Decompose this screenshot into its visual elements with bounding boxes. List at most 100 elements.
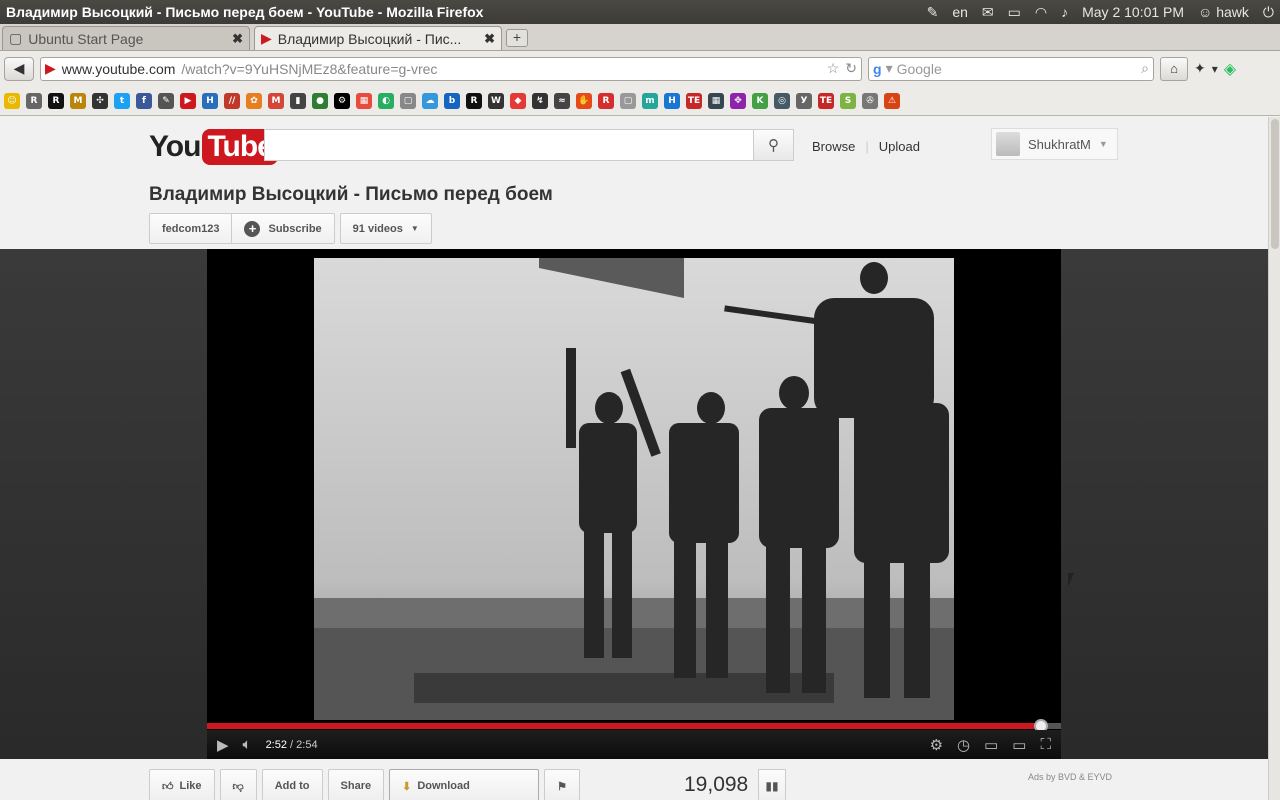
bookmark-icon[interactable]: ◎	[774, 92, 790, 109]
bookmark-icon[interactable]: ✎	[158, 92, 174, 109]
video-frame[interactable]	[314, 258, 954, 720]
download-button[interactable]: ⬇ Download	[389, 769, 540, 800]
user-menu[interactable]: ☺ hawk	[1198, 4, 1249, 20]
keyboard-icon[interactable]: ✎	[927, 4, 939, 21]
bookmark-icon[interactable]: ☁	[422, 92, 438, 109]
user-account-button[interactable]: ShukhratM ▼	[991, 128, 1118, 160]
tab-ubuntu-start-page[interactable]: ▢ Ubuntu Start Page ✖	[2, 26, 250, 50]
bookmark-icon[interactable]: ✇	[862, 92, 878, 109]
bookmark-icon[interactable]: ✿	[246, 92, 262, 109]
bookmark-icon[interactable]: ▦	[356, 92, 372, 109]
stats-button[interactable]: ▮▮	[758, 769, 786, 800]
watch-later-clock-icon[interactable]: ◷	[957, 736, 970, 754]
page-scrollbar[interactable]	[1268, 117, 1280, 800]
bookmark-icon[interactable]: ✥	[730, 92, 746, 109]
bookmark-icon[interactable]: ☺	[4, 92, 20, 109]
home-button[interactable]: ⌂	[1160, 56, 1188, 81]
volume-icon[interactable]: 🔈︎	[243, 736, 252, 753]
volume-icon[interactable]: ♪	[1061, 4, 1068, 20]
video-player[interactable]: ▶ 🔈︎ 2:52 / 2:54 ⚙ ◷ ▭ ▭ ⛶	[207, 249, 1061, 759]
bookmark-icon[interactable]: ◐	[378, 92, 394, 109]
bookmarks-toolbar: ☺ R R M ✣ t f ✎ ▶ H//✿ M ▮ ● ⚙ ▦ ◐ ▢ ☁ b R W ◆ ↯ ≈ ✋ R ▢ m H TE ▦ ✥ K ◎ У T…	[0, 86, 1280, 116]
bookmark-icon[interactable]: S	[840, 92, 856, 109]
youtube-favicon-icon: ▶	[45, 60, 56, 76]
bookmark-icon[interactable]: R	[466, 92, 482, 109]
scrollbar-thumb[interactable]	[1271, 119, 1279, 249]
bookmark-icon[interactable]: ▢	[400, 92, 416, 109]
bookmark-icon[interactable]: m	[642, 92, 658, 109]
share-button[interactable]: Share	[327, 769, 385, 800]
bookmark-icon[interactable]: //	[224, 92, 240, 109]
clock[interactable]: May 2 10:01 PM	[1082, 4, 1184, 20]
add-to-button[interactable]: Add to	[261, 769, 323, 800]
bookmark-star-icon[interactable]: ☆	[827, 60, 840, 77]
menu-dropdown-icon[interactable]: ▾	[1212, 62, 1218, 76]
browse-link[interactable]: Browse	[812, 139, 855, 154]
battery-icon[interactable]: ▭	[1008, 4, 1021, 21]
play-icon[interactable]: ▶	[217, 736, 229, 754]
addon-icon[interactable]: ✦	[1194, 60, 1206, 77]
tab-youtube[interactable]: ▶ Владимир Высоцкий - Пис... ✖	[254, 26, 502, 50]
bookmark-icon[interactable]: H	[664, 92, 680, 109]
dislike-button[interactable]: 👎︎	[219, 769, 257, 800]
bookmark-icon[interactable]: ⚙	[334, 92, 350, 109]
bookmark-icon[interactable]: t	[114, 92, 130, 109]
channel-link[interactable]: fedcom123	[149, 213, 233, 244]
bookmark-icon[interactable]: M	[268, 92, 284, 109]
bookmark-icon[interactable]: M	[70, 92, 86, 109]
fullscreen-icon[interactable]: ⛶	[1040, 736, 1051, 753]
youtube-logo[interactable]: You Tube	[149, 129, 278, 165]
bookmark-icon[interactable]: У	[796, 92, 812, 109]
small-player-icon[interactable]: ▭	[984, 736, 998, 754]
search-icon[interactable]: ⌕	[1141, 60, 1149, 77]
close-tab-icon[interactable]: ✖	[232, 31, 243, 47]
wifi-icon[interactable]: ◠	[1035, 4, 1047, 21]
upload-link[interactable]: Upload	[879, 139, 920, 154]
bookmark-icon[interactable]: ▢	[620, 92, 636, 109]
bookmark-icon[interactable]: ↯	[532, 92, 548, 109]
session-icon[interactable]: ⏻	[1263, 4, 1274, 21]
new-tab-button[interactable]: +	[506, 29, 528, 47]
google-icon[interactable]: g	[873, 61, 882, 77]
bookmark-icon[interactable]: ✣	[92, 92, 108, 109]
bookmark-icon[interactable]: TE	[686, 92, 702, 109]
language-indicator[interactable]: en	[952, 4, 968, 20]
bookmark-icon[interactable]: ≈	[554, 92, 570, 109]
settings-gear-icon[interactable]: ⚙	[930, 736, 943, 754]
youtube-search-button[interactable]: ⚲	[753, 129, 794, 161]
window-title: Владимир Высоцкий - Письмо перед боем - …	[6, 4, 484, 20]
bookmark-icon[interactable]: ●	[312, 92, 328, 109]
bookmark-icon[interactable]: ▦	[708, 92, 724, 109]
like-button[interactable]: 👍︎ Like	[149, 769, 215, 800]
bookmark-icon[interactable]: R	[48, 92, 64, 109]
video-progress-bar[interactable]	[207, 719, 1061, 733]
bookmark-icon[interactable]: ✋	[576, 92, 592, 109]
flag-button[interactable]: ⚑	[544, 769, 580, 800]
bookmark-icon[interactable]: ▮	[290, 92, 306, 109]
url-bar[interactable]: ▶ www.youtube.com/watch?v=9YuHSNjMEz8&fe…	[40, 56, 862, 81]
bookmark-icon[interactable]: ⚠	[884, 92, 900, 109]
back-button[interactable]: ◀	[4, 56, 34, 81]
subscribe-button[interactable]: + Subscribe	[232, 213, 335, 244]
bookmark-icon[interactable]: R	[598, 92, 614, 109]
close-tab-icon[interactable]: ✖	[484, 31, 495, 47]
tab-label: Ubuntu Start Page	[28, 30, 144, 47]
bookmark-icon[interactable]: TE	[818, 92, 834, 109]
mail-icon[interactable]: ✉	[982, 4, 994, 21]
search-engine-dropdown-icon[interactable]: ▾	[886, 60, 893, 77]
bookmark-icon[interactable]: ◆	[510, 92, 526, 109]
bookmark-icon[interactable]: R	[26, 92, 42, 109]
view-count: 19,098	[684, 773, 749, 796]
bookmark-icon[interactable]: ▶	[180, 92, 196, 109]
bookmark-icon[interactable]: H	[202, 92, 218, 109]
youtube-search-input[interactable]	[264, 129, 754, 161]
evernote-icon[interactable]: ◈	[1224, 59, 1236, 79]
large-player-icon[interactable]: ▭	[1012, 736, 1026, 754]
videos-dropdown-button[interactable]: 91 videos ▼	[339, 213, 432, 244]
bookmark-icon[interactable]: W	[488, 92, 504, 109]
bookmark-icon[interactable]: b	[444, 92, 460, 109]
search-bar[interactable]: g ▾ Google ⌕	[868, 56, 1154, 81]
bookmark-icon[interactable]: f	[136, 92, 152, 109]
bookmark-icon[interactable]: K	[752, 92, 768, 109]
reload-icon[interactable]: ↻	[845, 60, 857, 77]
